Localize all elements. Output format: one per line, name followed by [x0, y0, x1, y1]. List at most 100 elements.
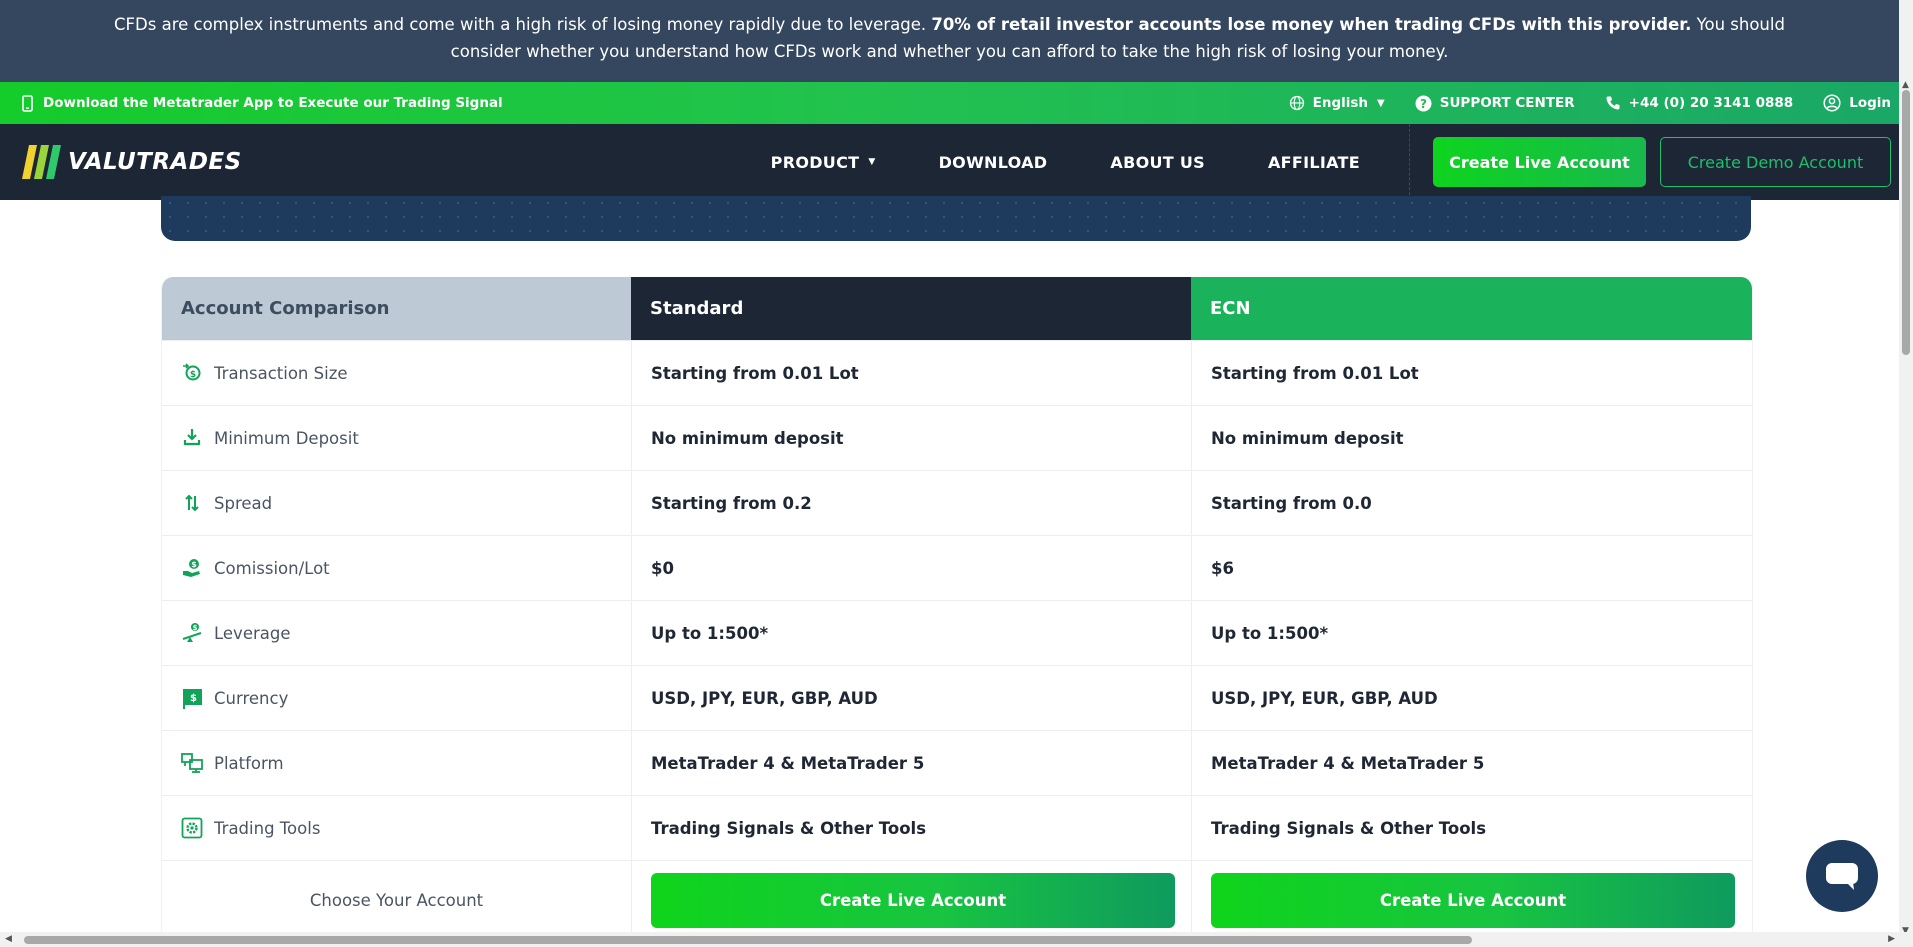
- nav-product-label: PRODUCT: [770, 152, 860, 172]
- logo-stripes-icon: [22, 145, 62, 179]
- scroll-left-icon[interactable]: ◀: [5, 934, 12, 944]
- transaction-size-icon: $: [181, 362, 203, 384]
- trading-tools-icon: [181, 817, 203, 839]
- phone-icon: [1605, 95, 1629, 111]
- header-standard: Standard: [631, 277, 1191, 340]
- platform-icon: [181, 752, 203, 774]
- promo-bar: Download the Metatrader App to Execute o…: [0, 82, 1899, 124]
- nav-about-us[interactable]: ABOUT US: [1110, 153, 1205, 172]
- logo-text: VALUTRADES: [68, 149, 242, 175]
- phone-number: +44 (0) 20 3141 0888: [1628, 95, 1794, 111]
- scroll-right-icon[interactable]: ▶: [1888, 934, 1895, 944]
- ecn-create-live-account-button[interactable]: Create Live Account: [1211, 872, 1735, 928]
- commission-icon: $: [181, 557, 203, 579]
- phone-link[interactable]: +44 (0) 20 3141 0888: [1605, 95, 1794, 111]
- mobile-phone-icon: [22, 94, 33, 112]
- currency-icon: $: [181, 687, 203, 709]
- nav-product[interactable]: PRODUCT ▼: [771, 153, 876, 172]
- row-label: Trading Tools: [214, 818, 321, 838]
- header-ecn: ECN: [1191, 277, 1752, 340]
- globe-icon: [1289, 95, 1313, 111]
- horizontal-scroll-thumb[interactable]: [24, 936, 1472, 944]
- table-row: Trading Tools Trading Signals & Other To…: [162, 795, 1752, 860]
- standard-value: $0: [631, 536, 1191, 600]
- vertical-scroll-thumb[interactable]: [1902, 90, 1910, 355]
- ecn-value: No minimum deposit: [1191, 406, 1752, 470]
- row-label: Comission/Lot: [214, 558, 330, 578]
- question-circle-icon: ?: [1415, 95, 1440, 112]
- table-row: Platform MetaTrader 4 & MetaTrader 5 Met…: [162, 730, 1752, 795]
- standard-value: Starting from 0.01 Lot: [631, 341, 1191, 405]
- ecn-value: MetaTrader 4 & MetaTrader 5: [1191, 731, 1752, 795]
- svg-text:$: $: [190, 370, 196, 380]
- user-circle-icon: [1823, 94, 1849, 112]
- row-label: Transaction Size: [214, 363, 348, 383]
- chat-widget-button[interactable]: [1806, 840, 1878, 912]
- login-link[interactable]: Login: [1823, 94, 1891, 112]
- nav-affiliate[interactable]: AFFILIATE: [1268, 153, 1360, 172]
- row-label: Spread: [214, 493, 273, 513]
- row-label-cell: Trading Tools: [162, 796, 631, 860]
- standard-value: Up to 1:500*: [631, 601, 1191, 665]
- standard-value: MetaTrader 4 & MetaTrader 5: [631, 731, 1191, 795]
- table-row: $ Transaction Size Starting from 0.01 Lo…: [162, 340, 1752, 405]
- table-row: $ Leverage Up to 1:500* Up to 1:500*: [162, 600, 1752, 665]
- ecn-value: $6: [1191, 536, 1752, 600]
- horizontal-scrollbar[interactable]: ◀ ▶: [0, 932, 1899, 947]
- vertical-scrollbar[interactable]: ▲ ▼: [1899, 80, 1913, 936]
- row-label: Currency: [214, 688, 289, 708]
- table-row: $ Currency USD, JPY, EUR, GBP, AUD USD, …: [162, 665, 1752, 730]
- nav-download[interactable]: DOWNLOAD: [939, 153, 1048, 172]
- scrollbar-corner: [1899, 932, 1913, 947]
- main-header: VALUTRADES PRODUCT ▼ DOWNLOAD ABOUT US A…: [0, 124, 1899, 200]
- language-selector[interactable]: English ▼: [1289, 95, 1385, 111]
- leverage-icon: $: [181, 622, 203, 644]
- standard-create-live-account-button[interactable]: Create Live Account: [651, 872, 1175, 928]
- ecn-value: Starting from 0.0: [1191, 471, 1752, 535]
- table-row: $ Comission/Lot $0 $6: [162, 535, 1752, 600]
- main-nav: PRODUCT ▼ DOWNLOAD ABOUT US AFFILIATE Cr…: [771, 124, 1899, 200]
- standard-action-cell: Create Live Account: [631, 861, 1191, 939]
- download-app-link[interactable]: Download the Metatrader App to Execute o…: [22, 94, 503, 112]
- table-row: Spread Starting from 0.2 Starting from 0…: [162, 470, 1752, 535]
- row-label-cell: Spread: [162, 471, 631, 535]
- support-center-label: SUPPORT CENTER: [1439, 95, 1575, 111]
- row-label-cell: $ Transaction Size: [162, 341, 631, 405]
- table-row-actions: Choose Your Account Create Live Account …: [162, 860, 1752, 939]
- risk-warning-banner: CFDs are complex instruments and come wi…: [0, 0, 1899, 82]
- standard-value: No minimum deposit: [631, 406, 1191, 470]
- nav-affiliate-label: AFFILIATE: [1267, 152, 1360, 172]
- valutrades-logo[interactable]: VALUTRADES: [22, 145, 242, 179]
- support-center-link[interactable]: ? SUPPORT CENTER: [1415, 95, 1575, 112]
- spread-icon: [181, 492, 203, 514]
- login-label: Login: [1849, 95, 1891, 111]
- standard-value: Trading Signals & Other Tools: [631, 796, 1191, 860]
- risk-text-bold: 70% of retail investor accounts lose mon…: [931, 15, 1692, 34]
- chevron-down-icon: ▼: [1377, 97, 1385, 109]
- ecn-value: Trading Signals & Other Tools: [1191, 796, 1752, 860]
- create-live-account-button[interactable]: Create Live Account: [1433, 137, 1646, 187]
- ecn-action-cell: Create Live Account: [1191, 861, 1752, 939]
- header-divider: [1409, 124, 1411, 200]
- deposit-icon: [181, 427, 203, 449]
- svg-text:?: ?: [1420, 97, 1427, 111]
- row-label-cell: Minimum Deposit: [162, 406, 631, 470]
- row-label-cell: $ Currency: [162, 666, 631, 730]
- nav-download-label: DOWNLOAD: [938, 152, 1048, 172]
- choose-your-account-label: Choose Your Account: [309, 890, 484, 910]
- ecn-value: Starting from 0.01 Lot: [1191, 341, 1752, 405]
- svg-text:$: $: [193, 624, 198, 632]
- row-label-cell: Platform: [162, 731, 631, 795]
- create-demo-account-button[interactable]: Create Demo Account: [1660, 137, 1891, 187]
- scroll-up-icon[interactable]: ▲: [1902, 80, 1909, 90]
- svg-text:$: $: [191, 560, 197, 569]
- row-label-cell: $ Comission/Lot: [162, 536, 631, 600]
- language-label: English: [1312, 95, 1369, 111]
- chat-icon: [1825, 861, 1859, 891]
- ecn-value: Up to 1:500*: [1191, 601, 1752, 665]
- ecn-value: USD, JPY, EUR, GBP, AUD: [1191, 666, 1752, 730]
- svg-text:$: $: [190, 693, 197, 704]
- hero-banner-bottom: [161, 196, 1751, 241]
- scrollbar-top-area: [1899, 0, 1913, 82]
- chevron-down-icon: ▼: [868, 157, 876, 167]
